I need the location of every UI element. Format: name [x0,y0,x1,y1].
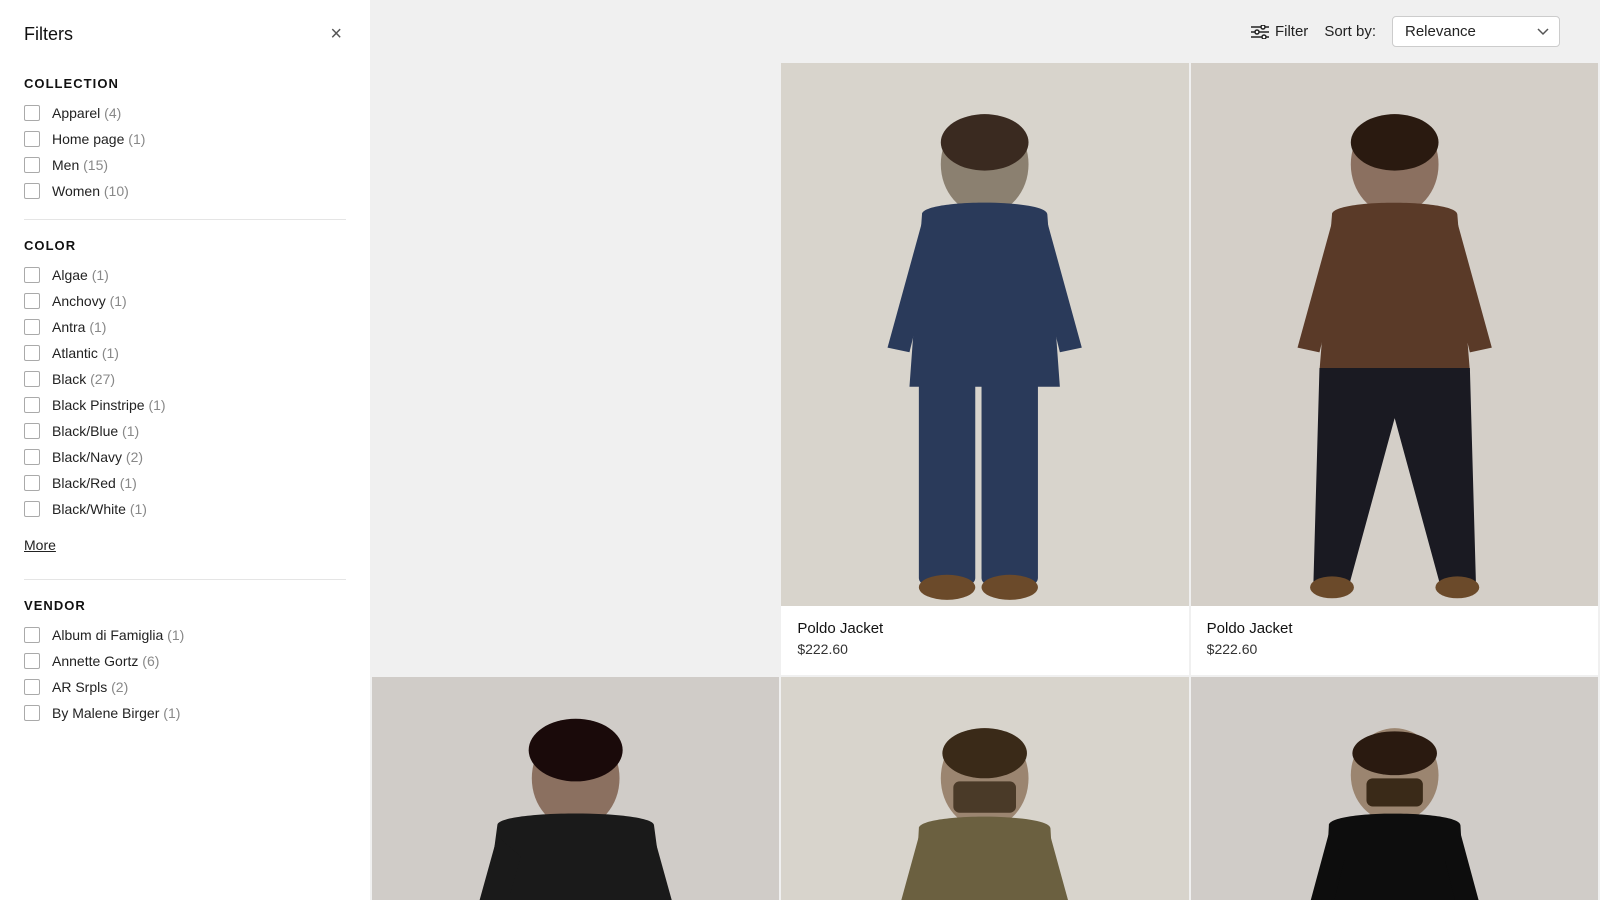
filter-item-black-navy[interactable]: Black/Navy (2) [24,449,346,465]
product-figure-5 [1191,677,1598,900]
filter-label-black-navy: Black/Navy (2) [52,449,143,465]
filter-item-apparel[interactable]: Apparel (4) [24,105,346,121]
checkbox-homepage[interactable] [24,131,40,147]
filter-item-black[interactable]: Black (27) [24,371,346,387]
main-content: Filter Sort by: Relevance Price: Low to … [370,0,1600,900]
filter-label-by-malene: By Malene Birger (1) [52,705,180,721]
checkbox-men[interactable] [24,157,40,173]
checkbox-black-blue[interactable] [24,423,40,439]
vendor-section-title: VENDOR [24,598,346,613]
filter-item-black-white[interactable]: Black/White (1) [24,501,346,517]
checkbox-black-navy[interactable] [24,449,40,465]
toolbar: Filter Sort by: Relevance Price: Low to … [370,0,1600,63]
product-image-5 [1191,677,1598,900]
product-card-5[interactable]: Rustin Jacket $243.60 [1191,677,1598,900]
collection-section-title: COLLECTION [24,76,346,91]
product-card-2[interactable]: Poldo Jacket $222.60 [1191,63,1598,675]
filter-item-women[interactable]: Women (10) [24,183,346,199]
checkbox-black-red[interactable] [24,475,40,491]
checkbox-annette[interactable] [24,653,40,669]
filter-item-men[interactable]: Men (15) [24,157,346,173]
product-name-2: Poldo Jacket [1207,620,1582,637]
filter-label-ar-srpls: AR Srpls (2) [52,679,128,695]
filter-label-algae: Algae (1) [52,267,109,283]
filter-label-black: Black (27) [52,371,115,387]
filter-label-black-blue: Black/Blue (1) [52,423,139,439]
filter-item-album[interactable]: Album di Famiglia (1) [24,627,346,643]
color-more-button[interactable]: More [24,531,56,559]
filter-item-homepage[interactable]: Home page (1) [24,131,346,147]
checkbox-anchovy[interactable] [24,293,40,309]
product-image-2 [1191,63,1598,606]
product-price-2: $222.60 [1207,641,1582,657]
filter-label-homepage: Home page (1) [52,131,145,147]
filter-label-apparel: Apparel (4) [52,105,121,121]
checkbox-by-malene[interactable] [24,705,40,721]
sidebar-title: Filters [24,24,73,45]
sort-select[interactable]: Relevance Price: Low to High Price: High… [1392,16,1560,47]
close-button[interactable]: × [326,20,346,48]
product-price-1: $222.60 [797,641,1172,657]
product-figure-2 [1191,63,1598,606]
checkbox-apparel[interactable] [24,105,40,121]
product-figure-1 [781,63,1188,606]
product-figure-4 [781,677,1188,900]
product-info-2: Poldo Jacket $222.60 [1191,606,1598,675]
sliders-icon [1251,25,1269,39]
product-image-1 [781,63,1188,606]
checkbox-antra[interactable] [24,319,40,335]
product-figure-3 [372,677,779,900]
checkbox-black[interactable] [24,371,40,387]
filter-item-annette[interactable]: Annette Gortz (6) [24,653,346,669]
filter-label-black-red: Black/Red (1) [52,475,137,491]
product-name-1: Poldo Jacket [797,620,1172,637]
filter-label-black-white: Black/White (1) [52,501,147,517]
filter-toolbar-label: Filter [1275,23,1308,40]
collection-section: COLLECTION Apparel (4) Home page (1) Men… [24,76,346,199]
filter-item-atlantic[interactable]: Atlantic (1) [24,345,346,361]
product-card-1[interactable]: Poldo Jacket $222.60 [781,63,1188,675]
checkbox-album[interactable] [24,627,40,643]
product-image-3 [372,677,779,900]
filter-item-by-malene[interactable]: By Malene Birger (1) [24,705,346,721]
product-card-4[interactable]: Zipper Jacket $788.00 [781,677,1188,900]
filter-item-black-blue[interactable]: Black/Blue (1) [24,423,346,439]
divider-1 [24,219,346,220]
product-image-4 [781,677,1188,900]
checkbox-ar-srpls[interactable] [24,679,40,695]
checkbox-algae[interactable] [24,267,40,283]
filter-item-antra[interactable]: Antra (1) [24,319,346,335]
filter-label-atlantic: Atlantic (1) [52,345,119,361]
filter-label-anchovy: Anchovy (1) [52,293,127,309]
filter-label-album: Album di Famiglia (1) [52,627,184,643]
vendor-section: VENDOR Album di Famiglia (1) Annette Gor… [24,598,346,721]
filter-label-black-pinstripe: Black Pinstripe (1) [52,397,166,413]
product-info-1: Poldo Jacket $222.60 [781,606,1188,675]
filter-item-ar-srpls[interactable]: AR Srpls (2) [24,679,346,695]
filter-sidebar: Filters × COLLECTION Apparel (4) Home pa… [0,0,370,900]
filter-item-algae[interactable]: Algae (1) [24,267,346,283]
checkbox-women[interactable] [24,183,40,199]
filter-toolbar-button[interactable]: Filter [1251,23,1308,40]
filter-label-antra: Antra (1) [52,319,106,335]
divider-2 [24,579,346,580]
filter-item-anchovy[interactable]: Anchovy (1) [24,293,346,309]
checkbox-atlantic[interactable] [24,345,40,361]
color-section-title: COLOR [24,238,346,253]
filter-label-women: Women (10) [52,183,129,199]
color-section: COLOR Algae (1) Anchovy (1) Antra (1) At… [24,238,346,559]
filter-item-black-pinstripe[interactable]: Black Pinstripe (1) [24,397,346,413]
sidebar-header: Filters × [24,20,346,48]
filter-label-men: Men (15) [52,157,108,173]
checkbox-black-pinstripe[interactable] [24,397,40,413]
product-grid: Poldo Jacket $222.60 [370,63,1600,900]
filter-item-black-red[interactable]: Black/Red (1) [24,475,346,491]
sort-by-label: Sort by: [1324,23,1376,40]
filter-label-annette: Annette Gortz (6) [52,653,159,669]
product-card-3[interactable]: Ginger Jacket $516.60 [372,677,779,900]
checkbox-black-white[interactable] [24,501,40,517]
